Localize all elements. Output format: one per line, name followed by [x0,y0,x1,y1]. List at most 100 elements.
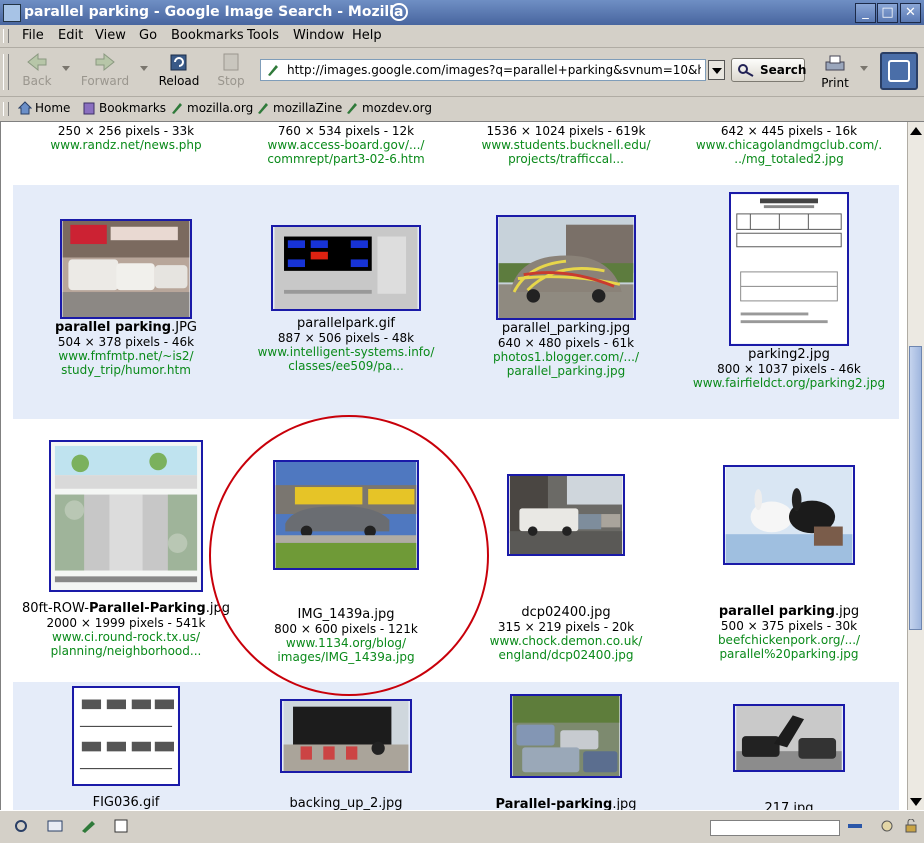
result-thumbnail[interactable] [271,225,421,311]
result-item[interactable]: 217.jpg [684,704,894,810]
result-item[interactable]: backing_up_2.jpg [241,699,451,810]
close-button[interactable]: ✕ [900,3,921,23]
result-url[interactable]: planning/neighborhood... [21,644,231,658]
result-filename[interactable]: parallelpark.gif [241,317,451,331]
security-lock-icon[interactable] [902,819,920,833]
back-history-dropdown[interactable] [62,66,70,71]
menu-file[interactable]: File [22,28,44,43]
result-filename[interactable]: parallel parking.JPG [21,321,231,335]
result-url[interactable]: commrept/part3-02-6.htm [241,152,451,166]
online-status-icon[interactable] [846,819,864,833]
menu-go[interactable]: Go [139,28,157,43]
bookmark-mozillazine[interactable]: mozillaZine [256,101,342,115]
menubar-grip[interactable] [3,29,9,43]
result-url[interactable]: classes/ee509/pa... [241,359,451,373]
result-filename[interactable]: parallel parking.jpg [684,605,894,619]
result-url[interactable]: study_trip/humor.htm [21,363,231,377]
result-filename[interactable]: 80ft-ROW-Parallel-Parking.jpg [21,602,231,616]
scroll-down-arrow[interactable] [910,798,922,806]
menu-help[interactable]: Help [352,28,382,43]
menu-bookmarks[interactable]: Bookmarks [171,28,244,43]
result-thumbnail[interactable] [496,215,636,320]
bookmark-mozilla-org[interactable]: mozilla.org [170,101,253,115]
bookmark-mozdev-org[interactable]: mozdev.org [345,101,432,115]
url-history-dropdown[interactable] [708,60,725,80]
result-url[interactable]: www.fairfieldct.org/parking2.jpg [684,376,894,390]
result-url[interactable]: www.fmfmtp.net/~is2/ [21,349,231,363]
result-item[interactable]: parallelpark.gif 887 × 506 pixels - 48k … [241,225,451,373]
result-item[interactable]: 642 × 445 pixels - 16k www.chicagolandmg… [684,124,894,166]
result-url[interactable]: images/IMG_1439a.jpg [241,650,451,664]
result-url[interactable]: www.chicagolandmgclub.com/. [684,138,894,152]
mail-icon[interactable] [46,819,64,833]
minimize-button[interactable]: _ [855,3,876,23]
address-book-icon[interactable] [112,819,130,833]
print-button[interactable]: Print [818,54,852,94]
bookmarks-grip[interactable] [3,102,9,116]
bookmark-bookmarks[interactable]: Bookmarks [82,101,166,115]
forward-button[interactable]: Forward [80,52,130,92]
result-filename[interactable]: backing_up_2.jpg [241,797,451,811]
result-url[interactable]: parallel_parking.jpg [461,364,671,378]
stop-button[interactable]: Stop [216,52,246,92]
menu-view[interactable]: View [95,28,126,43]
result-url[interactable]: www.ci.round-rock.tx.us/ [21,630,231,644]
result-thumbnail[interactable] [72,686,180,786]
result-filename[interactable]: FIG036.gif [21,796,231,810]
result-filename[interactable]: 217.jpg [684,802,894,811]
result-url[interactable]: www.access-board.gov/.../ [241,138,451,152]
scrollbar-thumb[interactable] [909,346,922,630]
back-button[interactable]: Back [20,52,54,92]
result-url[interactable]: england/dcp02400.jpg [461,648,671,662]
result-filename[interactable]: IMG_1439a.jpg [241,608,451,622]
result-filename[interactable]: parallel_parking.jpg [461,322,671,336]
navbar-grip[interactable] [3,54,9,90]
navigator-icon[interactable] [12,819,30,833]
result-item[interactable]: 80ft-ROW-Parallel-Parking.jpg 2000 × 199… [21,440,231,658]
result-item[interactable]: Parallel-parking.jpg [461,694,671,810]
composer-icon[interactable] [80,819,98,833]
result-url[interactable]: beefchickenpork.org/.../ [684,633,894,647]
result-item[interactable]: parallel parking.jpg 500 × 375 pixels - … [684,465,894,661]
url-bar[interactable] [260,59,706,81]
result-thumbnail[interactable] [273,460,419,570]
url-input[interactable] [287,62,701,78]
result-thumbnail[interactable] [280,699,412,773]
mozilla-app-icon[interactable] [3,4,21,22]
mozilla-throbber-icon[interactable] [880,52,918,90]
result-filename[interactable]: dcp02400.jpg [461,606,671,620]
result-url[interactable]: www.randz.net/news.php [21,138,231,152]
forward-history-dropdown[interactable] [140,66,148,71]
result-filename[interactable]: Parallel-parking.jpg [461,798,671,811]
result-item[interactable]: 760 × 534 pixels - 12k www.access-board.… [241,124,451,166]
result-item[interactable]: IMG_1439a.jpg 800 × 600 pixels - 121k ww… [241,460,451,664]
result-thumbnail[interactable] [49,440,203,592]
result-thumbnail[interactable] [507,474,625,556]
reload-button[interactable]: Reload [158,52,200,92]
result-url[interactable]: photos1.blogger.com/.../ [461,350,671,364]
result-url[interactable]: projects/trafficcal... [461,152,671,166]
result-thumbnail[interactable] [510,694,622,778]
result-url[interactable]: www.chock.demon.co.uk/ [461,634,671,648]
maximize-button[interactable]: □ [877,3,898,23]
result-item[interactable]: 1536 × 1024 pixels - 619k www.students.b… [461,124,671,166]
result-item[interactable]: dcp02400.jpg 315 × 219 pixels - 20k www.… [461,474,671,662]
result-url[interactable]: parallel%20parking.jpg [684,647,894,661]
scroll-up-arrow[interactable] [910,127,922,135]
page-proxy-icon[interactable] [266,63,280,77]
result-url[interactable]: ../mg_totaled2.jpg [684,152,894,166]
bookmark-home[interactable]: Home [18,101,70,115]
result-url[interactable]: www.students.bucknell.edu/ [461,138,671,152]
result-item[interactable]: 250 × 256 pixels - 33k www.randz.net/new… [21,124,231,152]
result-item[interactable]: parallel parking.JPG 504 × 378 pixels - … [21,219,231,377]
vertical-scrollbar[interactable] [907,122,924,810]
result-filename[interactable]: parking2.jpg [684,348,894,362]
result-item[interactable]: parallel_parking.jpg 640 × 480 pixels - … [461,215,671,378]
menu-tools[interactable]: Tools [247,28,279,43]
result-item[interactable]: FIG036.gif [21,686,231,810]
privacy-icon[interactable] [878,819,896,833]
result-thumbnail[interactable] [733,704,845,772]
menu-edit[interactable]: Edit [58,28,83,43]
result-url[interactable]: www.1134.org/blog/ [241,636,451,650]
result-url[interactable]: www.intelligent-systems.info/ [241,345,451,359]
